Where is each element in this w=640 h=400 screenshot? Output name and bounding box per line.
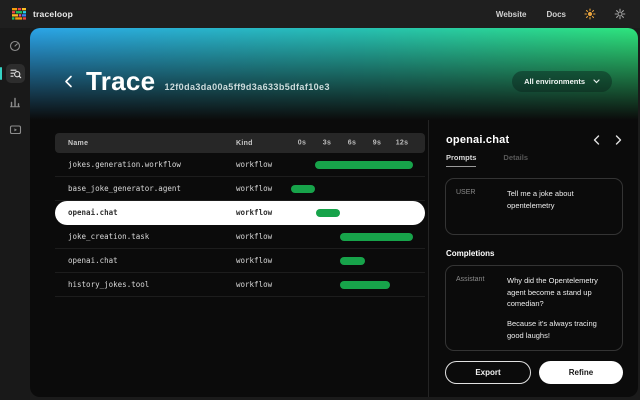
- time-tick: 0s: [298, 140, 306, 147]
- traceloop-logo-icon: [12, 8, 26, 21]
- trace-id: 12f0da3da00a5ff9d3a633b5dfaf10e3: [164, 82, 329, 92]
- tab-prompts[interactable]: Prompts: [446, 153, 476, 167]
- span-kind: workflow: [236, 184, 288, 193]
- page-title: Trace: [86, 66, 155, 97]
- message-card: Assistant Why did the Opentelemetry agen…: [445, 265, 623, 351]
- message-text: Tell me a joke about opentelemetry: [507, 188, 612, 225]
- monitor-icon: [9, 124, 22, 136]
- duration-bar: [291, 185, 315, 193]
- table-row[interactable]: jokes.generation.workflow workflow: [55, 153, 425, 177]
- bar-chart-icon: [9, 96, 21, 108]
- time-tick: 12s: [396, 140, 409, 147]
- time-tick: 6s: [348, 140, 356, 147]
- message-text: Why did the Opentelemetry agent become a…: [507, 275, 612, 341]
- environment-selector-label: All environments: [524, 77, 585, 86]
- duration-bar: [340, 257, 365, 265]
- completions-section: Assistant Why did the Opentelemetry agen…: [445, 265, 623, 355]
- trace-search-icon: [9, 67, 22, 80]
- sidebar-item-dashboard[interactable]: [6, 36, 25, 55]
- next-span-chevron-icon[interactable]: [615, 135, 622, 145]
- time-tick: 9s: [373, 140, 381, 147]
- table-row[interactable]: history_jokes.tool workflow: [55, 273, 425, 297]
- back-chevron-icon[interactable]: [60, 73, 76, 89]
- span-name: joke_creation.task: [55, 232, 236, 241]
- span-kind: workflow: [236, 256, 288, 265]
- prompts-section: USER Tell me a joke about opentelemetry: [445, 178, 623, 239]
- theme-sun-icon[interactable]: [584, 8, 596, 20]
- active-indicator: [0, 67, 2, 80]
- span-kind: workflow: [236, 160, 288, 169]
- website-link[interactable]: Website: [496, 10, 527, 19]
- duration-bar: [315, 161, 413, 169]
- table-row[interactable]: openai.chat workflow: [55, 249, 425, 273]
- table-row[interactable]: openai.chat workflow: [55, 201, 425, 225]
- column-header-name: Name: [55, 140, 236, 147]
- timeline-axis: 0s 3s 6s 9s 12s: [288, 133, 425, 153]
- span-table-header: Name Kind 0s 3s 6s 9s 12s: [55, 133, 425, 153]
- left-nav-rail: [0, 28, 30, 400]
- brand-name: traceloop: [33, 9, 73, 19]
- prev-span-chevron-icon[interactable]: [593, 135, 600, 145]
- message-card: USER Tell me a joke about opentelemetry: [445, 178, 623, 235]
- duration-bar: [316, 209, 340, 217]
- span-kind: workflow: [236, 232, 288, 241]
- table-row[interactable]: base_joke_generator.agent workflow: [55, 177, 425, 201]
- column-header-kind: Kind: [236, 140, 288, 147]
- sidebar-item-monitors[interactable]: [6, 120, 25, 139]
- gauge-icon: [9, 40, 21, 52]
- span-name: openai.chat: [55, 256, 236, 265]
- trace-header: Trace 12f0da3da00a5ff9d3a633b5dfaf10e3 A…: [30, 28, 638, 120]
- span-kind: workflow: [236, 208, 288, 217]
- duration-bar: [340, 281, 390, 289]
- span-name: base_joke_generator.agent: [55, 184, 236, 193]
- span-name: jokes.generation.workflow: [55, 160, 236, 169]
- export-button[interactable]: Export: [445, 361, 531, 384]
- environment-selector[interactable]: All environments: [512, 71, 612, 92]
- main-panel: Trace 12f0da3da00a5ff9d3a633b5dfaf10e3 A…: [30, 28, 638, 397]
- sidebar-item-analytics[interactable]: [6, 92, 25, 111]
- chevron-down-icon: [593, 79, 600, 84]
- table-row[interactable]: joke_creation.task workflow: [55, 225, 425, 249]
- top-bar: traceloop Website Docs: [0, 0, 640, 28]
- message-role: USER: [456, 188, 496, 225]
- span-table-body: jokes.generation.workflow workflow base_…: [55, 153, 425, 297]
- span-name: history_jokes.tool: [55, 280, 236, 289]
- span-detail-panel: openai.chat Prompts Details USER Tell me…: [429, 120, 638, 397]
- docs-link[interactable]: Docs: [546, 10, 566, 19]
- refine-button[interactable]: Refine: [539, 361, 623, 384]
- span-detail-title: openai.chat: [446, 134, 509, 146]
- tab-details[interactable]: Details: [503, 153, 528, 167]
- settings-gear-icon[interactable]: [614, 8, 626, 20]
- sidebar-item-traces[interactable]: [6, 64, 25, 83]
- message-role: Assistant: [456, 275, 496, 341]
- span-table: Name Kind 0s 3s 6s 9s 12s jokes.generation.w…: [55, 133, 425, 297]
- completions-heading: Completions: [446, 249, 622, 258]
- span-kind: workflow: [236, 280, 288, 289]
- span-name: openai.chat: [55, 208, 236, 217]
- duration-bar: [340, 233, 413, 241]
- time-tick: 3s: [323, 140, 331, 147]
